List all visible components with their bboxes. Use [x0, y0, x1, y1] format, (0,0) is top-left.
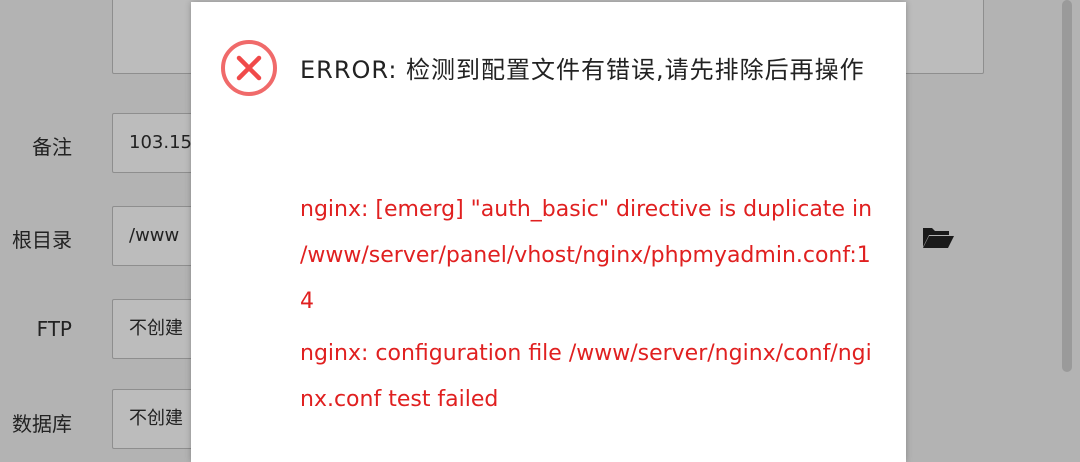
- ftp-label: FTP: [36, 317, 72, 341]
- database-label: 数据库: [12, 412, 72, 436]
- page-scrollbar[interactable]: [1062, 0, 1072, 372]
- rootdir-input[interactable]: /www: [112, 206, 202, 266]
- error-circle-x-icon: [221, 40, 277, 96]
- rootdir-label: 根目录: [12, 228, 72, 252]
- error-message-line: nginx: [emerg] "auth_basic" directive is…: [300, 197, 873, 314]
- folder-open-icon[interactable]: [922, 224, 954, 250]
- remark-input[interactable]: 103.15: [112, 113, 202, 173]
- remark-label: 备注: [32, 135, 72, 159]
- database-select[interactable]: 不创建: [112, 389, 202, 449]
- error-dialog: ERROR: 检测到配置文件有错误,请先排除后再操作 nginx: [emerg…: [191, 2, 906, 462]
- ftp-select[interactable]: 不创建: [112, 299, 202, 359]
- error-message-line: nginx: configuration file /www/server/ng…: [300, 341, 872, 412]
- dialog-title: ERROR: 检测到配置文件有错误,请先排除后再操作: [300, 56, 865, 84]
